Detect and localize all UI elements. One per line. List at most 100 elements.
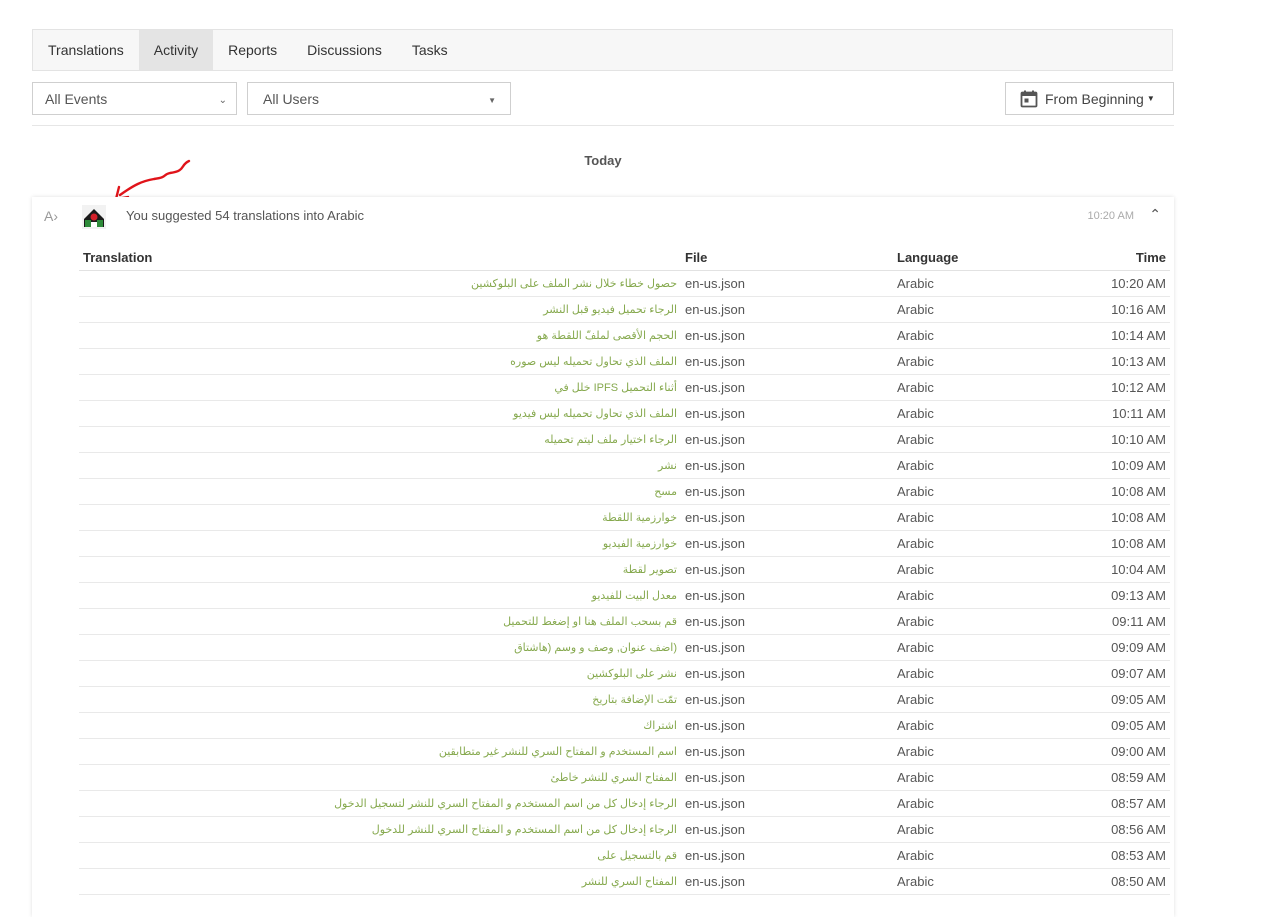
language-cell: Arabic: [893, 686, 1037, 713]
translation-link[interactable]: خوارزمية الفيديو: [79, 530, 681, 557]
table-row: تمّت الإضافة بتاريخ en-us.json Arabic 09:05…: [79, 686, 1170, 713]
time-cell: 10:16 AM: [1037, 296, 1170, 323]
time-cell: 09:09 AM: [1037, 634, 1170, 661]
file-cell: en-us.json: [681, 452, 893, 479]
file-cell: en-us.json: [681, 556, 893, 583]
language-cell: Arabic: [893, 478, 1037, 505]
file-cell: en-us.json: [681, 712, 893, 739]
translation-link[interactable]: المفتاح السري للنشر خاطئ: [79, 764, 681, 791]
table-header-row: Translation File Language Time: [79, 244, 1170, 271]
tab-translations[interactable]: Translations: [33, 30, 139, 70]
translation-link[interactable]: الرجاء إدخال كل من اسم المستخدم و المفتا…: [79, 816, 681, 843]
language-cell: Arabic: [893, 400, 1037, 427]
time-cell: 08:56 AM: [1037, 816, 1170, 843]
translation-link[interactable]: مسح: [79, 478, 681, 505]
file-cell: en-us.json: [681, 530, 893, 557]
activity-card: A› You suggested 54 translations into Ar…: [32, 197, 1174, 917]
table-row: الرجاء إدخال كل من اسم المستخدم و المفتا…: [79, 816, 1170, 843]
translation-link[interactable]: المفتاح السري للنشر: [79, 868, 681, 895]
translation-link[interactable]: الملف الذي تحاول تحميله ليس صوره: [79, 348, 681, 375]
language-cell: Arabic: [893, 582, 1037, 609]
avatar: [82, 205, 106, 229]
translation-link[interactable]: قم بالتسجيل على: [79, 842, 681, 869]
tab-tasks[interactable]: Tasks: [397, 30, 463, 70]
translation-link[interactable]: الرجاء اختيار ملف ليتم تحميله: [79, 426, 681, 453]
translation-link[interactable]: خوارزمية اللقطة: [79, 504, 681, 531]
file-cell: en-us.json: [681, 764, 893, 791]
translation-link[interactable]: (اضف عنوان, وصف و وسم (هاشتاق: [79, 634, 681, 661]
file-cell: en-us.json: [681, 270, 893, 297]
time-cell: 10:14 AM: [1037, 322, 1170, 349]
table-row: الرجاء تحميل فيديو قبل النشر en-us.json Ar…: [79, 296, 1170, 323]
tab-reports[interactable]: Reports: [213, 30, 292, 70]
translation-link[interactable]: قم بسحب الملف هنا او إضغط للتحميل: [79, 608, 681, 635]
column-header-time: Time: [1037, 244, 1170, 271]
language-cell: Arabic: [893, 712, 1037, 739]
file-cell: en-us.json: [681, 348, 893, 375]
table-row: تصوير لقطة en-us.json Arabic 10:04 AM: [79, 556, 1170, 583]
translation-link[interactable]: معدل البيت للفيديو: [79, 582, 681, 609]
file-cell: en-us.json: [681, 504, 893, 531]
translation-link[interactable]: اشتراك: [79, 712, 681, 739]
translation-link[interactable]: حصول خطاء خلال نشر الملف على البلوكشين: [79, 270, 681, 297]
chevron-down-icon: ⌄: [218, 95, 227, 106]
users-filter-select[interactable]: All Users ▼: [247, 82, 511, 115]
language-cell: Arabic: [893, 842, 1037, 869]
language-cell: Arabic: [893, 634, 1037, 661]
column-header-file: File: [681, 244, 893, 271]
translation-link[interactable]: تصوير لقطة: [79, 556, 681, 583]
time-cell: 10:08 AM: [1037, 504, 1170, 531]
tab-activity[interactable]: Activity: [138, 30, 214, 70]
calendar-icon: [1020, 90, 1038, 107]
caret-down-icon: ▼: [488, 96, 496, 105]
time-cell: 09:13 AM: [1037, 582, 1170, 609]
language-cell: Arabic: [893, 556, 1037, 583]
time-cell: 08:50 AM: [1037, 868, 1170, 895]
file-cell: en-us.json: [681, 478, 893, 505]
language-cell: Arabic: [893, 374, 1037, 401]
translation-link[interactable]: نشر على البلوكشين: [79, 660, 681, 687]
chevron-up-icon[interactable]: ⌃: [1149, 206, 1161, 223]
file-cell: en-us.json: [681, 296, 893, 323]
activity-time: 10:20 AM: [1087, 210, 1134, 222]
tab-discussions[interactable]: Discussions: [292, 30, 397, 70]
events-filter-select[interactable]: All Events ⌄: [32, 82, 237, 115]
table-row: الرجاء اختيار ملف ليتم تحميله en-us.json A…: [79, 426, 1170, 453]
time-cell: 10:10 AM: [1037, 426, 1170, 453]
table-row: (اضف عنوان, وصف و وسم (هاشتاق en-us.json A…: [79, 634, 1170, 661]
translation-link[interactable]: اسم المستخدم و المفتاح السري للنشر غير م…: [79, 738, 681, 765]
translation-link[interactable]: الرجاء تحميل فيديو قبل النشر: [79, 296, 681, 323]
translations-table: Translation File Language Time حصول خطاء…: [79, 244, 1170, 895]
language-cell: Arabic: [893, 322, 1037, 349]
time-cell: 09:07 AM: [1037, 660, 1170, 687]
language-cell: Arabic: [893, 348, 1037, 375]
time-cell: 10:11 AM: [1037, 400, 1170, 427]
date-range-button[interactable]: From Beginning ▼: [1005, 82, 1174, 115]
file-cell: en-us.json: [681, 738, 893, 765]
table-row: خوارزمية اللقطة en-us.json Arabic 10:08 AM: [79, 504, 1170, 531]
time-cell: 09:11 AM: [1037, 608, 1170, 635]
translation-link[interactable]: نشر: [79, 452, 681, 479]
translation-link[interactable]: تمّت الإضافة بتاريخ: [79, 686, 681, 713]
language-cell: Arabic: [893, 790, 1037, 817]
translation-link[interactable]: أثناء التحميل IPFS خلل في: [79, 374, 681, 401]
translation-link[interactable]: الرجاء إدخال كل من اسم المستخدم و المفتا…: [79, 790, 681, 817]
date-range-label: From Beginning: [1045, 90, 1144, 107]
file-cell: en-us.json: [681, 426, 893, 453]
file-cell: en-us.json: [681, 868, 893, 895]
file-cell: en-us.json: [681, 660, 893, 687]
time-cell: 09:05 AM: [1037, 712, 1170, 739]
table-row: أثناء التحميل IPFS خلل في en-us.json Arabi…: [79, 374, 1170, 401]
activity-summary: You suggested 54 translations into Arabi…: [126, 208, 365, 223]
table-row: المفتاح السري للنشر en-us.json Arabic 08:50…: [79, 868, 1170, 895]
time-cell: 10:12 AM: [1037, 374, 1170, 401]
table-row: اسم المستخدم و المفتاح السري للنشر غير م…: [79, 738, 1170, 765]
table-row: خوارزمية الفيديو en-us.json Arabic 10:08 AM: [79, 530, 1170, 557]
file-cell: en-us.json: [681, 374, 893, 401]
time-cell: 08:59 AM: [1037, 764, 1170, 791]
table-row: قم بسحب الملف هنا او إضغط للتحميل en-us.j…: [79, 608, 1170, 635]
translation-link[interactable]: الحجم الأقصى لملفّ اللقطة هو: [79, 322, 681, 349]
table-row: حصول خطاء خلال نشر الملف على البلوكشين en…: [79, 270, 1170, 297]
translation-link[interactable]: الملف الذي تحاول تحميله ليس فيديو: [79, 400, 681, 427]
table-row: المفتاح السري للنشر خاطئ en-us.json Arabic…: [79, 764, 1170, 791]
